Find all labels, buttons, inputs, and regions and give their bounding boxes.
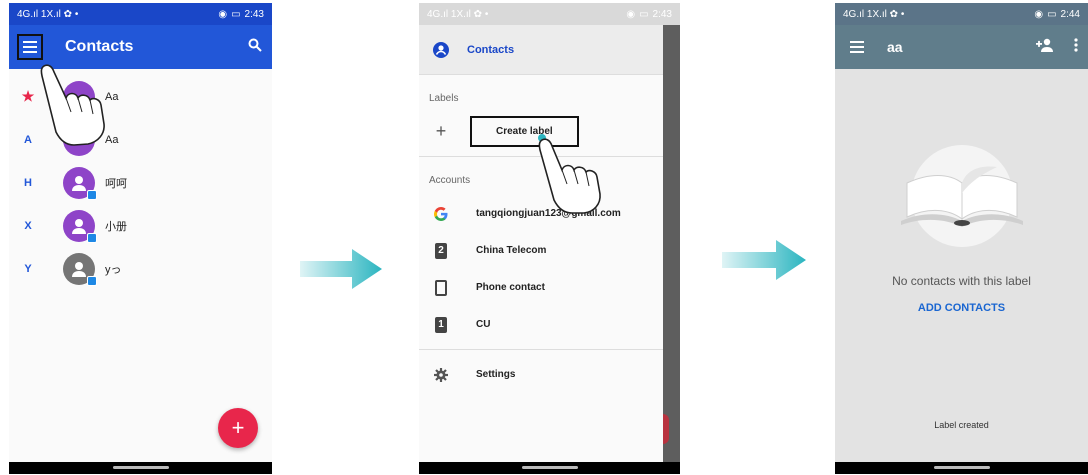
contact-name: Aa	[105, 133, 119, 146]
menu-icon[interactable]	[17, 34, 43, 60]
status-bar: 4G.ıl 1X.ıl ✿ • ◉ ▭ 2:43	[9, 3, 272, 25]
arrow-right-icon	[300, 249, 382, 289]
drawer-item-account[interactable]: tangqiongjuan123@gmail.com	[419, 195, 663, 232]
empty-state-message: No contacts with this label	[892, 274, 1031, 288]
page-title: Contacts	[65, 38, 134, 55]
drawer-screen: 4G.ıl 1X.ıl ✿ • ◉ ▭ 2:43 Contacts Labels +…	[419, 3, 680, 474]
contact-row[interactable]: ★ Aa	[9, 75, 272, 118]
status-signal: 4G.ıl 1X.ıl ✿ •	[843, 8, 905, 20]
arrow-right-icon	[722, 240, 806, 280]
status-signal: 4G.ıl 1X.ıl ✿ •	[427, 8, 489, 20]
contact-name: 呵呵	[105, 177, 127, 190]
section-header-labels: Labels	[429, 93, 459, 104]
open-book-icon	[901, 166, 1023, 227]
avatar	[63, 166, 97, 200]
navigation-drawer: Contacts Labels + Create label Accounts …	[419, 25, 663, 462]
contact-name: Aa	[105, 90, 119, 103]
app-bar: aa	[835, 25, 1088, 69]
more-options-icon[interactable]	[1074, 37, 1078, 57]
gear-icon	[433, 367, 449, 383]
drawer-item-contacts[interactable]: Contacts	[419, 25, 663, 75]
drawer-scrim[interactable]	[663, 25, 680, 462]
account-label: China Telecom	[476, 245, 547, 256]
contacts-screen: 4G.ıl 1X.ıl ✿ • ◉ ▭ 2:43 Contacts ★ Aa A A…	[9, 3, 272, 474]
divider	[419, 156, 663, 157]
menu-icon[interactable]	[845, 35, 869, 59]
eye-icon: ◉	[1034, 8, 1044, 20]
nav-bar	[835, 462, 1088, 474]
drawer-item-account[interactable]: Phone contact	[419, 269, 663, 306]
plus-icon: +	[435, 121, 447, 141]
index-letter: H	[24, 176, 32, 189]
add-contacts-button[interactable]: ADD CONTACTS	[835, 302, 1088, 314]
settings-label: Settings	[476, 369, 516, 380]
index-letter: Y	[24, 262, 32, 275]
contact-name: 小册	[105, 220, 127, 233]
sim2-icon: 2	[433, 242, 449, 259]
avatar	[63, 80, 95, 113]
add-contact-button[interactable]: +	[218, 408, 258, 448]
nav-bar	[9, 462, 272, 474]
status-signal: 4G.ıl 1X.ıl ✿ •	[17, 8, 79, 20]
account-circle-icon	[433, 41, 449, 58]
battery-icon: ▭	[231, 8, 241, 20]
drawer-item-settings[interactable]: Settings	[419, 356, 663, 393]
account-label: CU	[476, 319, 491, 330]
account-badge-icon	[87, 275, 97, 286]
person-icon	[72, 261, 86, 277]
account-badge-icon	[87, 232, 97, 243]
status-bar: 4G.ıl 1X.ıl ✿ • ◉ ▭ 2:43	[419, 3, 680, 25]
page-title: aa	[887, 39, 903, 55]
add-person-icon[interactable]	[1036, 38, 1054, 57]
contact-row[interactable]: H 呵呵	[9, 161, 272, 204]
search-icon[interactable]	[248, 38, 262, 57]
account-label: Phone contact	[476, 282, 545, 293]
sim1-icon: 1	[433, 316, 449, 333]
drawer-item-account[interactable]: 2 China Telecom	[419, 232, 663, 269]
divider	[419, 349, 663, 350]
contact-name: yっ	[105, 263, 122, 276]
index-letter: A	[24, 133, 32, 146]
status-time: 2:44	[1060, 8, 1080, 20]
battery-icon: ▭	[639, 8, 649, 20]
status-bar: 4G.ıl 1X.ıl ✿ • ◉ ▭ 2:44	[835, 3, 1088, 25]
snackbar-message: Label created	[934, 420, 989, 430]
section-header-accounts: Accounts	[429, 175, 471, 186]
create-label-button[interactable]: + Create label	[419, 113, 663, 150]
index-letter: X	[24, 219, 32, 232]
google-icon	[433, 206, 449, 222]
contact-row[interactable]: X 小册	[9, 204, 272, 247]
fab-behind-scrim	[663, 414, 669, 444]
favorite-star-icon: ★	[21, 88, 35, 104]
status-time: 2:43	[652, 8, 672, 20]
eye-icon: ◉	[218, 8, 228, 20]
account-label: tangqiongjuan123@gmail.com	[476, 208, 621, 219]
person-icon	[72, 218, 86, 234]
contact-list: ★ Aa A Aa H 呵呵 X 小册 Y yっ	[9, 69, 272, 290]
battery-icon: ▭	[1047, 8, 1057, 20]
create-label-text: Create label	[470, 116, 579, 147]
phone-icon	[433, 279, 449, 296]
avatar	[63, 252, 97, 286]
contact-row[interactable]: A Aa	[9, 118, 272, 161]
drawer-item-label: Contacts	[467, 43, 515, 56]
avatar	[63, 209, 97, 243]
app-bar: Contacts	[9, 25, 272, 69]
eye-icon: ◉	[626, 8, 636, 20]
status-time: 2:43	[244, 8, 264, 20]
contact-row[interactable]: Y yっ	[9, 247, 272, 290]
person-icon	[72, 175, 86, 191]
nav-bar	[419, 462, 680, 474]
drawer-item-account[interactable]: 1 CU	[419, 306, 663, 343]
label-screen: 4G.ıl 1X.ıl ✿ • ◉ ▭ 2:44 aa No contacts wi…	[835, 3, 1088, 474]
account-badge-icon	[87, 189, 97, 200]
avatar	[63, 123, 95, 156]
